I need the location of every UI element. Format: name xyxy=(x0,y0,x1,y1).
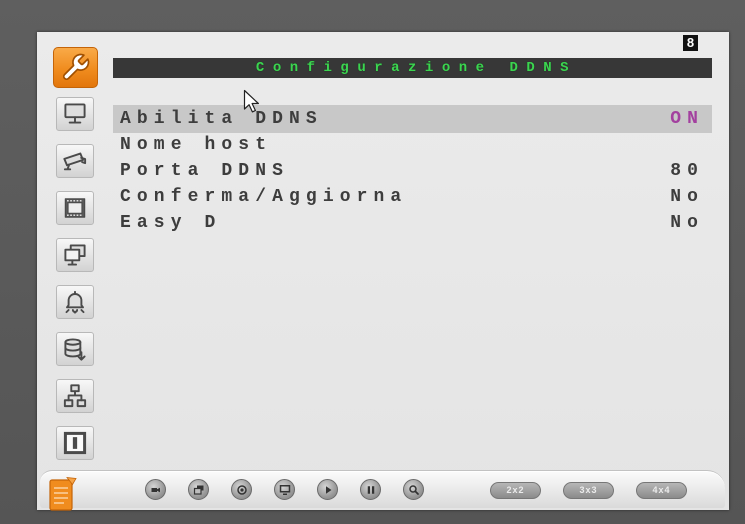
layout-2x2-button[interactable]: 2x2 xyxy=(490,482,541,499)
ddns-enable-label: Abilita DDNS xyxy=(120,109,323,129)
play-button[interactable] xyxy=(317,479,338,500)
settings-panel: 8 Configurazione DDNS Abilita DDNS ON No… xyxy=(37,32,729,511)
search-icon xyxy=(408,484,419,495)
film-strip-icon xyxy=(56,191,94,225)
pause-icon xyxy=(367,485,374,494)
sidebar-item-system-settings[interactable] xyxy=(52,46,98,88)
channel-badge: 8 xyxy=(683,35,698,51)
page-title-bar: Configurazione DDNS xyxy=(113,58,712,78)
ddns-enable-value: ON xyxy=(670,109,704,129)
backup-button[interactable] xyxy=(188,479,209,500)
wrench-icon xyxy=(52,46,98,88)
main-menu-icon xyxy=(49,476,77,511)
zoom-icon xyxy=(236,484,247,495)
sidebar-item-recording[interactable] xyxy=(52,188,98,228)
sidebar xyxy=(52,46,98,463)
sidebar-item-multi-screen[interactable] xyxy=(52,235,98,275)
alarm-bell-icon xyxy=(56,285,94,319)
network-icon xyxy=(56,379,94,413)
windows-icon xyxy=(56,238,94,272)
sidebar-item-camera[interactable] xyxy=(52,141,98,181)
easy-ddns-value: No xyxy=(670,213,704,233)
ddns-port-row[interactable]: Porta DDNS 80 xyxy=(113,158,712,184)
hostname-label: Nome host xyxy=(120,135,273,155)
display-icon xyxy=(279,484,290,495)
ptz-icon xyxy=(151,487,160,492)
sidebar-item-display[interactable] xyxy=(52,94,98,134)
ddns-settings-list: Abilita DDNS ON Nome host Porta DDNS 80 … xyxy=(113,105,712,236)
hostname-row[interactable]: Nome host xyxy=(113,132,712,158)
sidebar-item-alarm[interactable] xyxy=(52,282,98,322)
confirm-update-row[interactable]: Conferma/Aggiorna No xyxy=(113,184,712,210)
easy-ddns-label: Easy D xyxy=(120,213,222,233)
layout-buttons: 2x2 3x3 4x4 xyxy=(490,482,687,499)
layout-3x3-button[interactable]: 3x3 xyxy=(563,482,614,499)
easy-ddns-row[interactable]: Easy D No xyxy=(113,210,712,236)
camera-icon xyxy=(56,144,94,178)
info-icon xyxy=(56,426,94,460)
mouse-cursor xyxy=(243,89,259,113)
database-icon xyxy=(56,332,94,366)
sidebar-item-storage[interactable] xyxy=(52,329,98,369)
bottom-toolbar: 2x2 3x3 4x4 xyxy=(40,470,725,511)
confirm-update-value: No xyxy=(670,187,704,207)
main-menu-button[interactable] xyxy=(48,476,78,512)
page-title: Configurazione DDNS xyxy=(255,60,578,76)
display-button[interactable] xyxy=(274,479,295,500)
layout-4x4-button[interactable]: 4x4 xyxy=(636,482,687,499)
sidebar-item-network[interactable] xyxy=(52,376,98,416)
ddns-port-value: 80 xyxy=(670,161,704,181)
ddns-port-label: Porta DDNS xyxy=(120,161,290,181)
pause-button[interactable] xyxy=(360,479,381,500)
backup-icon xyxy=(193,485,203,495)
confirm-update-label: Conferma/Aggiorna xyxy=(120,187,408,207)
search-button[interactable] xyxy=(403,479,424,500)
monitor-icon xyxy=(56,97,94,131)
sidebar-item-info[interactable] xyxy=(52,423,98,463)
playback-controls xyxy=(145,479,424,500)
ptz-button[interactable] xyxy=(145,479,166,500)
play-icon xyxy=(325,485,331,494)
ddns-enable-row[interactable]: Abilita DDNS ON xyxy=(113,105,712,133)
zoom-button[interactable] xyxy=(231,479,252,500)
